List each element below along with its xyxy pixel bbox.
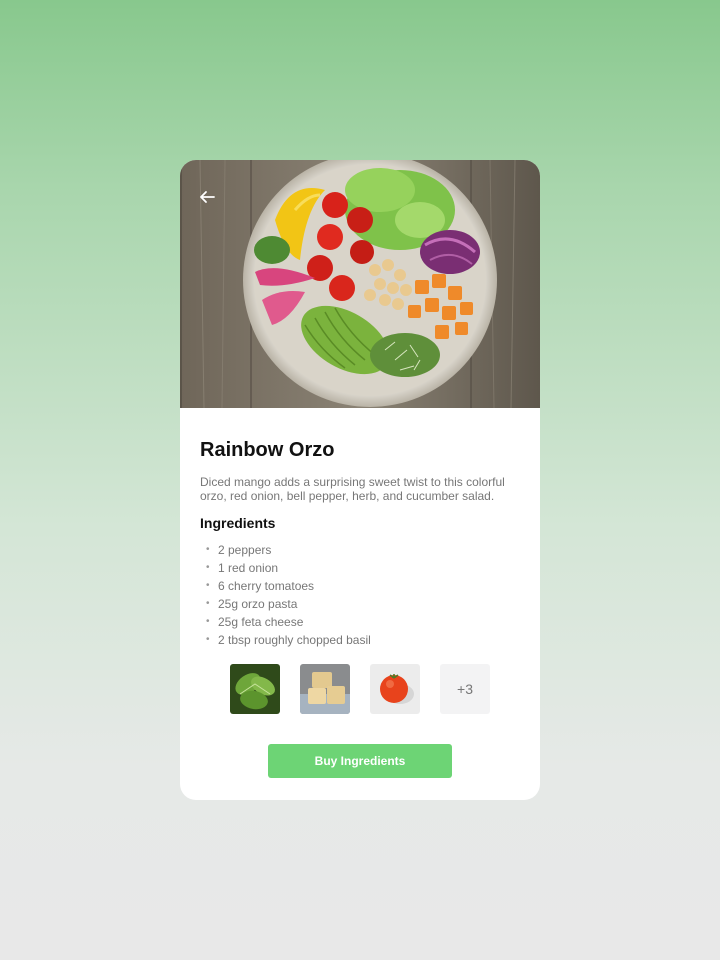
bullet-icon: • <box>206 598 210 609</box>
more-ingredients-button[interactable]: +3 <box>440 664 490 714</box>
ingredient-item: • 25g orzo pasta <box>200 595 520 613</box>
feta-cheese-photo-icon <box>300 664 350 714</box>
recipe-card: Rainbow Orzo Diced mango adds a surprisi… <box>180 160 540 800</box>
ingredients-list: • 2 peppers • 1 red onion • 6 cherry tomato… <box>200 541 520 649</box>
ingredient-text: 2 peppers <box>218 543 272 557</box>
ingredient-thumbnails: +3 <box>230 664 490 714</box>
ingredient-item: • 1 red onion <box>200 559 520 577</box>
recipe-description: Diced mango adds a surprising sweet twis… <box>200 475 505 503</box>
recipe-title: Rainbow Orzo <box>200 439 335 461</box>
ingredient-item: • 2 peppers <box>200 541 520 559</box>
bullet-icon: • <box>206 616 210 627</box>
feta-cheese-thumbnail[interactable] <box>300 664 350 714</box>
buy-ingredients-button[interactable]: Buy Ingredients <box>268 744 452 778</box>
ingredient-item: • 2 tbsp roughly chopped basil <box>200 631 520 649</box>
ingredient-text: 25g orzo pasta <box>218 597 298 611</box>
ingredient-item: • 25g feta cheese <box>200 613 520 631</box>
ingredient-text: 6 cherry tomatoes <box>218 579 315 593</box>
ingredients-heading: Ingredients <box>200 515 276 531</box>
basil-thumbnail[interactable] <box>230 664 280 714</box>
bullet-icon: • <box>206 634 210 645</box>
ingredient-text: 1 red onion <box>218 561 279 575</box>
recipe-hero-image <box>180 160 540 408</box>
recipe-details: Rainbow Orzo Diced mango adds a surprisi… <box>200 408 520 649</box>
back-button[interactable] <box>196 186 218 208</box>
basil-photo-icon <box>230 664 280 714</box>
tomato-thumbnail[interactable] <box>370 664 420 714</box>
tomato-photo-icon <box>370 664 420 714</box>
ingredient-text: 2 tbsp roughly chopped basil <box>218 633 371 647</box>
bullet-icon: • <box>206 544 210 555</box>
back-arrow-icon <box>200 191 215 203</box>
bullet-icon: • <box>206 580 210 591</box>
ingredient-text: 25g feta cheese <box>218 615 304 629</box>
ingredient-item: • 6 cherry tomatoes <box>200 577 520 595</box>
bullet-icon: • <box>206 562 210 573</box>
